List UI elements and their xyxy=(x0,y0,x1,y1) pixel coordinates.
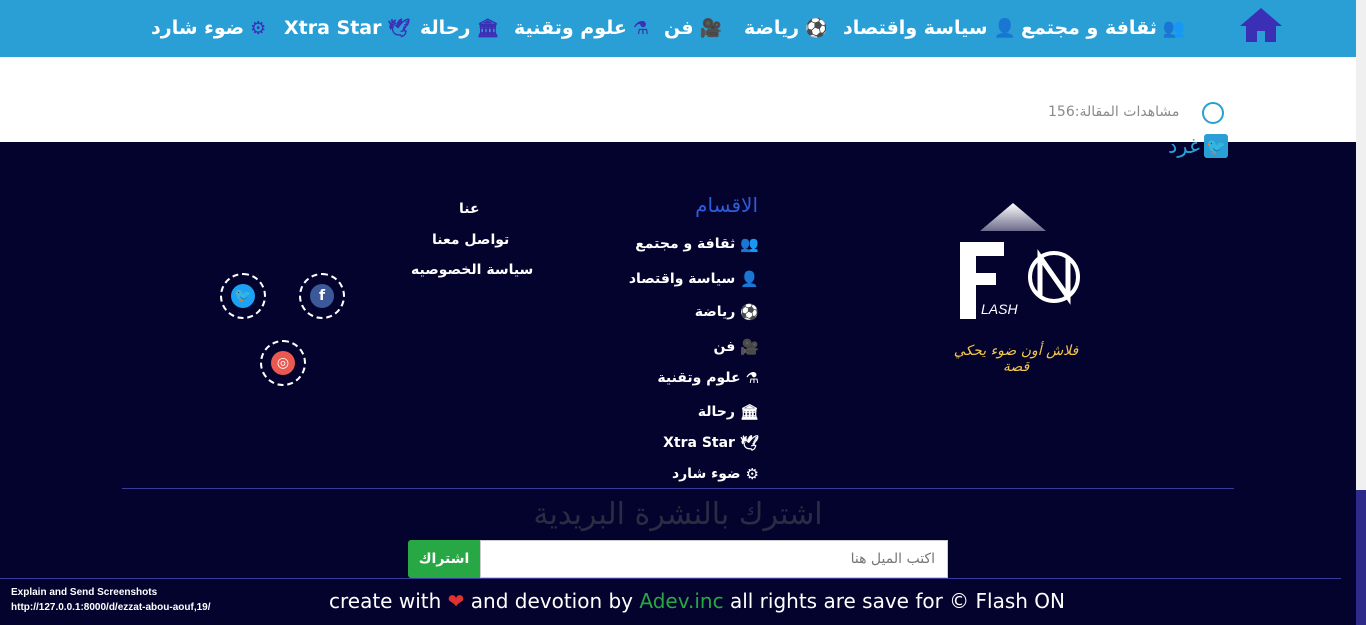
developer-link[interactable]: Adev.inc xyxy=(639,589,723,613)
newsletter-title: اشترك بالنشرة البريدية xyxy=(533,497,823,532)
nav-item-sports[interactable]: ⚽ رياضة xyxy=(744,13,828,43)
facebook-social-button[interactable]: f xyxy=(299,273,345,319)
users-icon: 👥 xyxy=(1162,17,1186,39)
flash-on-logo-graphic: LASH xyxy=(960,203,1080,319)
footer-middle: and devotion by xyxy=(470,589,634,613)
cat-label: رحالة xyxy=(697,404,735,420)
facebook-icon: f xyxy=(310,284,334,308)
newsletter-email-input[interactable] xyxy=(480,540,948,578)
football-icon: ⚽ xyxy=(805,17,828,39)
footer-cat-sports[interactable]: ⚽ رياضة xyxy=(695,303,759,321)
heart-icon: ❤ xyxy=(447,589,465,613)
cat-label: ضوء شارد xyxy=(671,466,741,482)
nav-item-label: ضوء شارد xyxy=(151,17,245,39)
page-scrollbar[interactable] xyxy=(1356,0,1366,625)
football-icon: ⚽ xyxy=(740,303,759,321)
nav-item-politics[interactable]: 👤 سياسة واقتصاد xyxy=(843,13,1016,43)
nav-item-stray-light[interactable]: ⚙ ضوء شارد xyxy=(151,13,266,43)
subscribe-button[interactable]: اشتراك xyxy=(408,540,480,578)
video-camera-icon: 🎥 xyxy=(740,338,759,356)
tweet-button[interactable]: 🐦 غرد xyxy=(1168,134,1228,158)
cat-label: Xtra Star xyxy=(663,435,735,451)
twitter-icon: 🐦 xyxy=(231,284,255,308)
footer-cat-travel[interactable]: 🏛 رحالة xyxy=(698,403,759,421)
flask-icon: ⚗ xyxy=(632,17,649,39)
footer-prefix: create with xyxy=(329,589,442,613)
nav-item-label: رحالة xyxy=(420,17,471,39)
instagram-social-button[interactable]: ◎ xyxy=(260,340,306,386)
top-nav: 👥 ثقافة و مجتمع 👤 سياسة واقتصاد ⚽ رياضة … xyxy=(0,0,1366,57)
nav-item-culture[interactable]: 👥 ثقافة و مجتمع xyxy=(1021,13,1185,43)
video-camera-icon: 🎥 xyxy=(699,17,722,39)
footer-cat-art[interactable]: 🎥 فن xyxy=(714,338,759,356)
svg-text:LASH: LASH xyxy=(981,301,1018,317)
flask-icon: ⚗ xyxy=(745,369,759,387)
dove-icon: 🕊 xyxy=(387,17,411,39)
nav-item-travel[interactable]: 🏛 رحالة xyxy=(420,13,499,43)
footer-credits: create with ❤ and devotion by Adev.inc a… xyxy=(329,589,1065,613)
nav-item-label: سياسة واقتصاد xyxy=(843,17,988,39)
nav-item-art[interactable]: 🎥 فن xyxy=(664,13,722,43)
tweet-label: غرد xyxy=(1168,134,1200,158)
article-strip: مشاهدات المقالة:156 🐦 غرد xyxy=(0,57,1356,158)
twitter-social-button[interactable]: 🐦 xyxy=(220,273,266,319)
nav-item-label: Xtra Star xyxy=(284,17,382,39)
debug-overlay: Explain and Send Screenshots http://127.… xyxy=(11,585,211,615)
cat-label: فن xyxy=(713,339,736,355)
nav-item-label: ثقافة و مجتمع xyxy=(1021,17,1157,39)
eye-icon xyxy=(1202,102,1224,124)
nav-item-science[interactable]: ⚗ علوم وتقنية xyxy=(514,13,649,43)
landmark-icon: 🏛 xyxy=(476,17,500,39)
user-tie-icon: 👤 xyxy=(740,270,759,288)
footer-cat-xtra-star[interactable]: 🕊 Xtra Star xyxy=(663,434,759,452)
debug-url: http://127.0.0.1:8000/d/ezzat-abou-aouf,… xyxy=(11,602,211,613)
nav-item-label: علوم وتقنية xyxy=(514,17,627,39)
home-icon[interactable] xyxy=(1238,5,1284,45)
cat-label: ثقافة و مجتمع xyxy=(635,236,736,252)
nav-item-label: فن xyxy=(664,17,694,39)
instagram-icon: ◎ xyxy=(271,351,295,375)
users-icon: 👥 xyxy=(740,235,759,253)
sun-icon: ⚙ xyxy=(745,465,759,483)
nav-item-xtra-star[interactable]: 🕊 Xtra Star xyxy=(284,13,410,43)
cat-label: علوم وتقنية xyxy=(657,370,741,386)
categories-heading: الاقسام xyxy=(695,193,758,217)
logo-tagline: فلاش أون ضوء يحكي قصة xyxy=(953,343,1079,375)
footer-cat-stray-light[interactable]: ⚙ ضوء شارد xyxy=(672,465,759,483)
privacy-link[interactable]: سياسة الخصوصيه xyxy=(411,262,533,278)
views-count: مشاهدات المقالة:156 xyxy=(1048,104,1180,120)
user-tie-icon: 👤 xyxy=(993,17,1016,39)
cat-label: رياضة xyxy=(694,304,736,320)
footer-cat-culture[interactable]: 👥 ثقافة و مجتمع xyxy=(635,235,759,253)
about-link[interactable]: عنا xyxy=(459,201,480,217)
scrollbar-thumb[interactable] xyxy=(1356,490,1366,625)
footer-cat-politics[interactable]: 👤 سياسة واقتصاد xyxy=(629,270,759,288)
nav-item-label: رياضة xyxy=(744,17,800,39)
twitter-icon: 🐦 xyxy=(1203,134,1228,158)
sun-icon: ⚙ xyxy=(250,17,267,39)
footer-suffix: all rights are save for © Flash ON xyxy=(729,589,1066,613)
footer-bottom-divider xyxy=(0,578,1341,579)
cat-label: سياسة واقتصاد xyxy=(628,271,736,287)
footer-divider xyxy=(122,488,1234,489)
debug-title: Explain and Send Screenshots xyxy=(11,587,158,598)
contact-link[interactable]: تواصل معنا xyxy=(432,232,509,248)
footer-cat-science[interactable]: ⚗ علوم وتقنية xyxy=(657,369,759,387)
landmark-icon: 🏛 xyxy=(739,403,759,421)
dove-icon: 🕊 xyxy=(739,434,759,452)
